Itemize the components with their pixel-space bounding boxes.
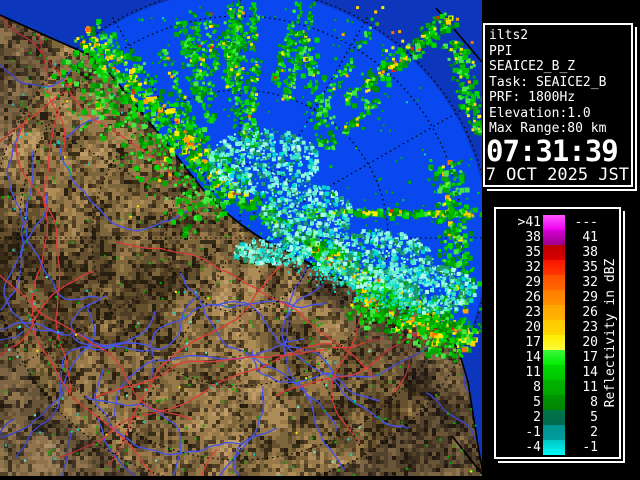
legend-upper-bound: 14 bbox=[582, 365, 598, 380]
info-line: ilts2 bbox=[489, 28, 529, 43]
legend-row: 58 bbox=[501, 395, 598, 410]
legend-color-swatch bbox=[543, 350, 565, 365]
legend-upper-bound: -1 bbox=[582, 440, 598, 455]
legend-lower-bound: 2 bbox=[533, 410, 541, 425]
reflectivity-legend-panel: >41 --- 38 41 35 38 32 35 29 32 26 29 23 26 20 23 17 20 14… bbox=[494, 207, 621, 459]
legend-lower-bound: 20 bbox=[525, 320, 541, 335]
legend-lower-bound: -1 bbox=[525, 425, 541, 440]
legend-upper-bound: 29 bbox=[582, 290, 598, 305]
legend-color-swatch bbox=[543, 380, 565, 395]
legend-lower-bound: 8 bbox=[533, 380, 541, 395]
legend-color-swatch bbox=[543, 290, 565, 305]
clock-date: 7 OCT 2025 JST bbox=[485, 164, 629, 185]
legend-row: 17 20 bbox=[501, 335, 598, 350]
legend-lower-bound: 17 bbox=[525, 335, 541, 350]
legend-color-swatch bbox=[543, 410, 565, 425]
legend-row: 14 17 bbox=[501, 350, 598, 365]
legend-color-swatch bbox=[543, 395, 565, 410]
legend-title: Reflectivity in dBZ bbox=[603, 258, 618, 408]
legend-lower-bound: 38 bbox=[525, 230, 541, 245]
legend-upper-bound: 11 bbox=[582, 380, 598, 395]
legend-lower-bound: 29 bbox=[525, 275, 541, 290]
legend-row: 32 35 bbox=[501, 260, 598, 275]
legend-upper-bound: 38 bbox=[582, 245, 598, 260]
legend-upper-bound: 41 bbox=[582, 230, 598, 245]
radar-ppi-display bbox=[0, 0, 482, 476]
legend-color-swatch bbox=[543, 305, 565, 320]
legend-color-swatch bbox=[543, 425, 565, 440]
legend-upper-bound: 35 bbox=[582, 260, 598, 275]
legend-upper-bound: 5 bbox=[590, 410, 598, 425]
legend-upper-bound: 2 bbox=[590, 425, 598, 440]
legend-color-swatch bbox=[543, 275, 565, 290]
info-line: Task: SEAICE2_B bbox=[489, 74, 607, 90]
legend-lower-bound: >41 bbox=[517, 215, 541, 230]
legend-upper-bound: --- bbox=[574, 215, 598, 230]
legend-row: -4 -1 bbox=[501, 440, 598, 455]
legend-upper-bound: 26 bbox=[582, 305, 598, 320]
legend-upper-bound: 17 bbox=[582, 350, 598, 365]
legend-color-swatch bbox=[543, 365, 565, 380]
info-line: SEAICE2_B_Z bbox=[489, 59, 576, 74]
clock-time: 07:31:39 bbox=[486, 133, 619, 168]
legend-lower-bound: 5 bbox=[533, 395, 541, 410]
legend-row: 8 11 bbox=[501, 380, 598, 395]
legend-upper-bound: 32 bbox=[582, 275, 598, 290]
legend-row: 35 38 bbox=[501, 245, 598, 260]
legend-row: >41 --- bbox=[501, 215, 598, 230]
info-panel: ilts2 PPI SEAICE2_B_Z Task: SEAICE2_B PRF: 1… bbox=[483, 23, 633, 187]
legend-color-swatch bbox=[543, 335, 565, 350]
legend-upper-bound: 23 bbox=[582, 320, 598, 335]
legend-color-swatch bbox=[543, 320, 565, 335]
legend-row: 38 41 bbox=[501, 230, 598, 245]
info-line: Elevation:1.0 bbox=[489, 105, 591, 121]
legend-color-swatch bbox=[543, 215, 565, 230]
info-lines: ilts2 PPI SEAICE2_B_Z Task: SEAICE2_B PRF: 1… bbox=[485, 25, 631, 137]
legend-row: 23 26 bbox=[501, 305, 598, 320]
legend-row: 11 14 bbox=[501, 365, 598, 380]
legend-lower-bound: 35 bbox=[525, 245, 541, 260]
legend-color-swatch bbox=[543, 230, 565, 245]
legend-row: 25 bbox=[501, 410, 598, 425]
legend-lower-bound: 11 bbox=[525, 365, 541, 380]
legend-color-swatch bbox=[543, 440, 565, 455]
legend-rows: >41 --- 38 41 35 38 32 35 29 32 26 29 23 26 20 23 17 20 14… bbox=[501, 215, 598, 455]
legend-lower-bound: 26 bbox=[525, 290, 541, 305]
radar-app-window: ilts2 PPI SEAICE2_B_Z Task: SEAICE2_B PRF: 1… bbox=[0, 0, 640, 480]
legend-row: 20 23 bbox=[501, 320, 598, 335]
legend-upper-bound: 20 bbox=[582, 335, 598, 350]
legend-lower-bound: 14 bbox=[525, 350, 541, 365]
legend-lower-bound: -4 bbox=[525, 440, 541, 455]
legend-upper-bound: 8 bbox=[590, 395, 598, 410]
legend-row: -1 2 bbox=[501, 425, 598, 440]
legend-color-swatch bbox=[543, 260, 565, 275]
legend-color-swatch bbox=[543, 245, 565, 260]
legend-row: 26 29 bbox=[501, 290, 598, 305]
legend-row: 29 32 bbox=[501, 275, 598, 290]
legend-lower-bound: 23 bbox=[525, 305, 541, 320]
legend-lower-bound: 32 bbox=[525, 260, 541, 275]
info-line: PRF: 1800Hz bbox=[489, 90, 576, 105]
info-line: PPI bbox=[489, 43, 513, 59]
